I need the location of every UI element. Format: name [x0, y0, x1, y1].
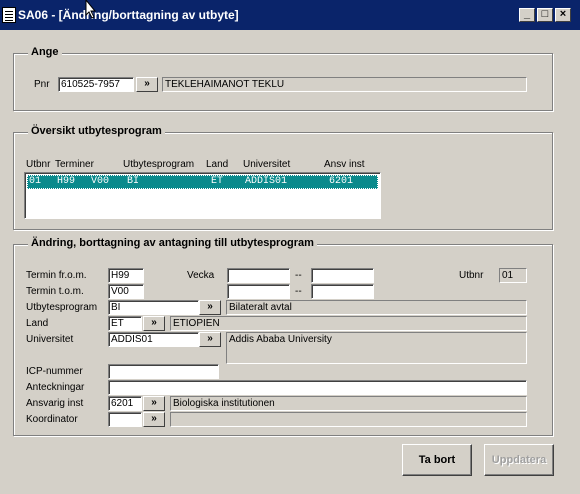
- universitet-label: Universitet: [26, 334, 74, 345]
- termin-from-input[interactable]: H99: [108, 268, 144, 283]
- utbytesprogram-lookup-button[interactable]: »: [199, 300, 221, 315]
- land-description: ETIOPIEN: [170, 316, 527, 331]
- andring-legend: Ändring, borttagning av antagning till u…: [28, 237, 317, 249]
- minimize-button[interactable]: _: [519, 8, 535, 22]
- land-lookup-button[interactable]: »: [143, 316, 165, 331]
- oversikt-legend: Översikt utbytesprogram: [28, 125, 165, 137]
- ansvarig-inst-lookup-button[interactable]: »: [143, 396, 165, 411]
- anteckningar-input[interactable]: [108, 380, 527, 395]
- cell-termin-tom: V00: [91, 176, 110, 187]
- vecka-from-to-input[interactable]: [311, 268, 374, 283]
- utbnr-display: 01: [499, 268, 527, 283]
- koordinator-label: Koordinator: [26, 414, 78, 425]
- header-ansv-inst: Ansv inst: [324, 159, 365, 170]
- vecka-dash-1: --: [295, 270, 302, 281]
- ansvarig-inst-input[interactable]: 6201: [108, 396, 142, 411]
- header-universitet: Universitet: [243, 159, 291, 170]
- header-utbytesprogram: Utbytesprogram: [123, 159, 195, 170]
- mouse-cursor-icon: [85, 0, 97, 19]
- name-display: TEKLEHAIMANOT TEKLU: [162, 77, 527, 92]
- cell-termin-from: H99: [57, 176, 76, 187]
- icp-input[interactable]: [108, 364, 219, 379]
- utbyte-list[interactable]: 01 H99 V00 BI ET ADDIS01 6201: [24, 172, 381, 219]
- utbnr-label: Utbnr: [459, 270, 484, 281]
- close-button[interactable]: ×: [555, 8, 571, 22]
- pnr-lookup-button[interactable]: »: [136, 77, 158, 92]
- cell-ansv-inst: 6201: [329, 176, 354, 187]
- icp-label: ICP-nummer: [26, 366, 83, 377]
- header-utbnr: Utbnr: [26, 159, 51, 170]
- universitet-description: Addis Ababa University: [226, 332, 527, 364]
- list-item[interactable]: 01 H99 V00 BI ET ADDIS01 6201: [27, 175, 378, 189]
- ansvarig-inst-description: Biologiska institutionen: [170, 396, 527, 411]
- utbytesprogram-description: Bilateralt avtal: [226, 300, 527, 315]
- universitet-input[interactable]: ADDIS01: [108, 332, 199, 347]
- koordinator-lookup-button[interactable]: »: [143, 412, 165, 427]
- vecka-tom-input[interactable]: [227, 284, 290, 299]
- ange-legend: Ange: [28, 46, 62, 58]
- maximize-button[interactable]: □: [537, 8, 553, 22]
- anteckningar-label: Anteckningar: [26, 382, 85, 393]
- ta-bort-button[interactable]: Ta bort: [402, 444, 472, 476]
- utbytesprogram-label: Utbytesprogram: [26, 302, 98, 313]
- header-terminer: Terminer: [55, 159, 94, 170]
- land-label: Land: [26, 318, 49, 329]
- window-title: SA06 - [Ändring/borttagning av utbyte]: [18, 8, 239, 22]
- vecka-label: Vecka: [187, 270, 215, 281]
- header-land: Land: [206, 159, 229, 170]
- cell-program: BI: [127, 176, 140, 187]
- termin-tom-label: Termin t.o.m.: [26, 286, 84, 297]
- cell-land: ET: [211, 176, 224, 187]
- utbytesprogram-input[interactable]: BI: [108, 300, 199, 315]
- termin-tom-input[interactable]: V00: [108, 284, 144, 299]
- pnr-input[interactable]: 610525-7957: [58, 77, 134, 92]
- cell-universitet: ADDIS01: [245, 176, 288, 187]
- cell-utbnr: 01: [29, 176, 42, 187]
- termin-from-label: Termin fr.o.m.: [26, 270, 87, 281]
- pnr-label: Pnr: [34, 79, 50, 90]
- koordinator-input[interactable]: [108, 412, 142, 427]
- land-input[interactable]: ET: [108, 316, 142, 331]
- ansvarig-inst-label: Ansvarig inst: [26, 398, 84, 409]
- document-icon: [2, 7, 16, 23]
- vecka-tom-to-input[interactable]: [311, 284, 374, 299]
- uppdatera-button[interactable]: Uppdatera: [484, 444, 554, 476]
- koordinator-description: [170, 412, 527, 427]
- universitet-lookup-button[interactable]: »: [199, 332, 221, 347]
- vecka-dash-2: --: [295, 286, 302, 297]
- vecka-from-input[interactable]: [227, 268, 290, 283]
